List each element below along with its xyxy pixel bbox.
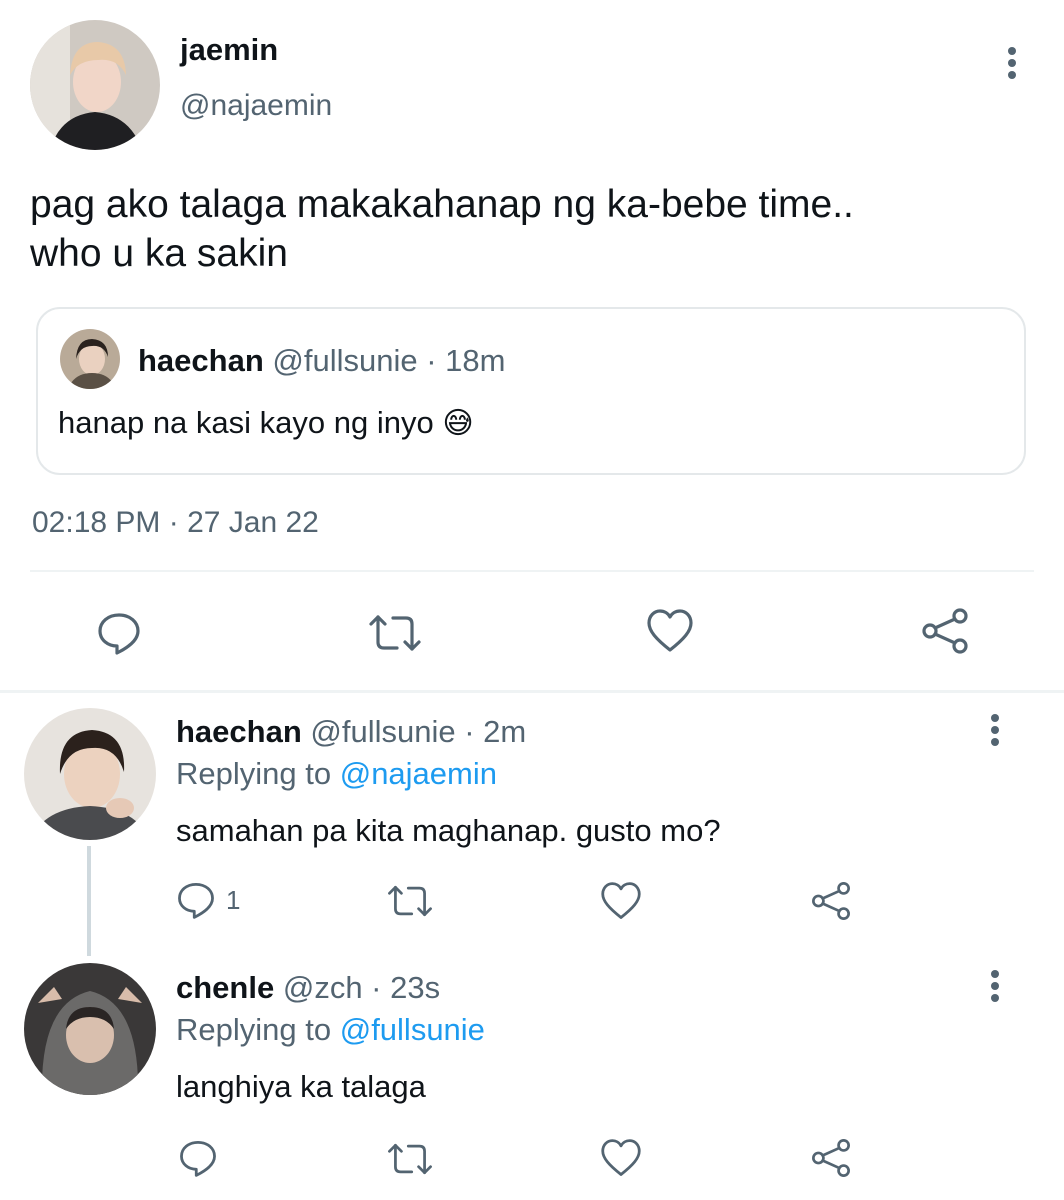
replying-to: Replying to @fullsunie — [176, 1012, 485, 1048]
share-icon[interactable] — [920, 606, 970, 656]
avatar-haechan[interactable] — [24, 708, 156, 840]
retweet-icon[interactable] — [386, 1141, 434, 1177]
replying-to-handle-link[interactable]: @fullsunie — [340, 1012, 485, 1047]
quoted-header: haechan @fullsunie · 18m — [138, 343, 505, 379]
replying-to-handle-link[interactable]: @najaemin — [340, 756, 497, 791]
avatar-haechan-quoted — [60, 329, 120, 389]
share-icon[interactable] — [810, 1137, 852, 1179]
avatar-chenle[interactable] — [24, 963, 156, 1095]
reply-display-name[interactable]: haechan — [176, 714, 302, 749]
quoted-text: hanap na kasi kayo ng inyo — [58, 405, 434, 440]
heart-icon[interactable] — [646, 608, 694, 654]
quoted-display-name: haechan — [138, 343, 264, 378]
reply-icon[interactable] — [178, 1138, 218, 1178]
retweet-icon[interactable] — [367, 612, 423, 654]
more-options-icon[interactable] — [989, 714, 1001, 746]
section-divider — [0, 690, 1064, 693]
retweet-icon[interactable] — [386, 883, 434, 919]
heart-icon[interactable] — [600, 1138, 642, 1178]
replying-to-label: Replying to — [176, 756, 340, 791]
author-handle[interactable]: @najaemin — [180, 89, 332, 123]
tweet-text: pag ako talaga makakahanap ng ka-bebe ti… — [30, 180, 854, 278]
replying-to: Replying to @najaemin — [176, 756, 497, 792]
reply-header: chenle @zch · 23s — [176, 970, 440, 1006]
thread-line — [87, 846, 91, 956]
reply-action[interactable]: 1 — [176, 880, 240, 920]
reply-handle-time[interactable]: @fullsunie · 2m — [310, 714, 526, 749]
reply-count: 1 — [226, 884, 241, 915]
reply-display-name[interactable]: chenle — [176, 970, 274, 1005]
divider — [30, 570, 1034, 572]
share-icon[interactable] — [810, 880, 852, 922]
more-options-icon[interactable] — [1006, 47, 1018, 79]
reply-icon[interactable] — [96, 610, 142, 656]
tweet-text-line: pag ako talaga makakahanap ng ka-bebe ti… — [30, 183, 854, 226]
heart-icon[interactable] — [600, 881, 642, 921]
reply-icon — [178, 882, 214, 919]
replying-to-label: Replying to — [176, 1012, 340, 1047]
reply-handle-time[interactable]: @zch · 23s — [283, 970, 440, 1005]
more-options-icon[interactable] — [989, 970, 1001, 1002]
quoted-text-row: hanap na kasi kayo ng inyo 😅 — [58, 405, 474, 441]
reply-text: langhiya ka talaga — [176, 1069, 426, 1104]
avatar-jaemin[interactable] — [30, 20, 160, 150]
tweet-timestamp: 02:18 PM · 27 Jan 22 — [32, 506, 319, 539]
sweat-smile-emoji: 😅 — [442, 407, 474, 440]
reply-text: samahan pa kita maghanap. gusto mo? — [176, 813, 721, 848]
reply-header: haechan @fullsunie · 2m — [176, 714, 526, 750]
tweet-text-line: who u ka sakin — [30, 232, 288, 275]
quoted-tweet[interactable]: haechan @fullsunie · 18m hanap na kasi k… — [36, 307, 1026, 475]
quoted-handle-time: @fullsunie · 18m — [272, 343, 506, 378]
author-display-name[interactable]: jaemin — [180, 32, 278, 68]
